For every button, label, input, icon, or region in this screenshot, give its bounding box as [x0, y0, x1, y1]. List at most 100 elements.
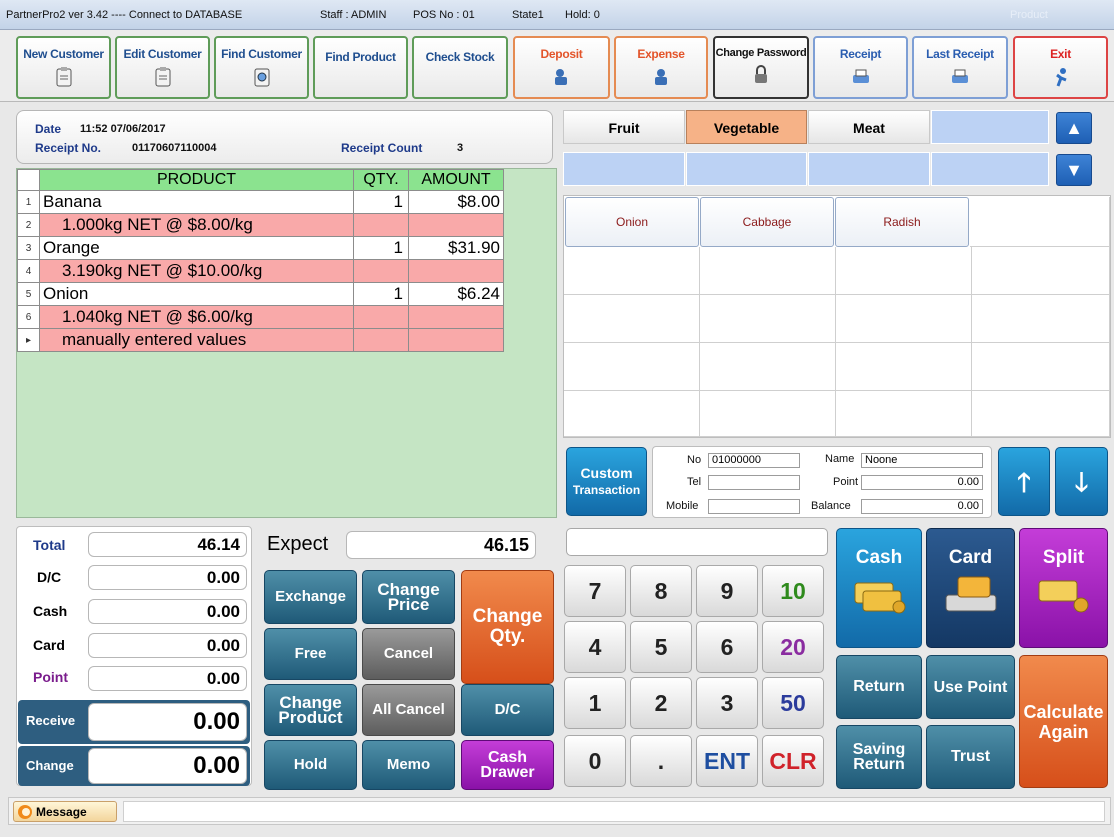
- product-empty[interactable]: [836, 247, 972, 295]
- category-fruit[interactable]: Fruit: [563, 110, 685, 144]
- category-up-button[interactable]: ▲: [1056, 112, 1092, 144]
- cash-drawer-button[interactable]: Cash Drawer: [461, 740, 554, 790]
- category-down-button[interactable]: ▼: [1056, 154, 1092, 186]
- all-cancel-button[interactable]: All Cancel: [362, 684, 455, 736]
- expense-button[interactable]: Expense: [614, 36, 708, 99]
- category-empty[interactable]: [931, 152, 1049, 186]
- return-button[interactable]: Return: [836, 655, 922, 719]
- product-empty[interactable]: [836, 295, 972, 343]
- table-row[interactable]: 2 1.000kg NET @ $8.00/kg: [17, 213, 504, 237]
- customer-name-field[interactable]: Noone: [861, 453, 983, 468]
- key-1[interactable]: 1: [564, 677, 626, 729]
- balance-field[interactable]: 0.00: [861, 499, 983, 514]
- product-empty[interactable]: [564, 343, 700, 391]
- cancel-button[interactable]: Cancel: [362, 628, 455, 680]
- product-empty[interactable]: [970, 197, 1110, 247]
- message-bar: Message: [8, 797, 1111, 825]
- saving-return-button[interactable]: Saving Return: [836, 725, 922, 789]
- use-point-button[interactable]: Use Point: [926, 655, 1015, 719]
- table-row[interactable]: 3 Orange 1 $31.90: [17, 236, 504, 260]
- change-qty-button[interactable]: Change Qty.: [461, 570, 554, 684]
- split-pay-button[interactable]: Split: [1019, 528, 1108, 648]
- category-empty[interactable]: [808, 152, 930, 186]
- key-5[interactable]: 5: [630, 621, 692, 673]
- key-4[interactable]: 4: [564, 621, 626, 673]
- calculate-again-button[interactable]: Calculate Again: [1019, 655, 1108, 788]
- key-0[interactable]: 0: [564, 735, 626, 787]
- product-empty[interactable]: [972, 295, 1110, 343]
- check-stock-button[interactable]: Check Stock: [412, 36, 508, 99]
- product-empty[interactable]: [700, 343, 836, 391]
- table-row[interactable]: 6 1.040kg NET @ $6.00/kg: [17, 305, 504, 329]
- tel-field[interactable]: [708, 475, 800, 490]
- key-3[interactable]: 3: [696, 677, 758, 729]
- key-8[interactable]: 8: [630, 565, 692, 617]
- key-clear[interactable]: CLR: [762, 735, 824, 787]
- product-empty[interactable]: [972, 247, 1110, 295]
- last-receipt-button[interactable]: Last Receipt: [912, 36, 1008, 99]
- product-empty[interactable]: [564, 247, 700, 295]
- key-20[interactable]: 20: [762, 621, 824, 673]
- pos-status: POS No : 01: [413, 9, 475, 21]
- exchange-button[interactable]: Exchange: [264, 570, 357, 624]
- receipt-no-value: 01170607110004: [132, 142, 217, 154]
- scroll-down-button[interactable]: 🡓: [1055, 447, 1108, 516]
- category-empty[interactable]: [931, 110, 1049, 144]
- change-password-button[interactable]: Change Password: [713, 36, 809, 99]
- key-dot[interactable]: .: [630, 735, 692, 787]
- product-empty[interactable]: [972, 391, 1110, 437]
- category-meat[interactable]: Meat: [808, 110, 930, 144]
- point-field[interactable]: 0.00: [861, 475, 983, 490]
- find-customer-label: Find Customer: [221, 47, 302, 61]
- find-customer-button[interactable]: Find Customer: [214, 36, 309, 99]
- customer-info: No 01000000 Name Noone Tel Point 0.00 Mo…: [652, 446, 992, 518]
- receipt-button[interactable]: Receipt: [813, 36, 908, 99]
- table-row[interactable]: 5 Onion 1 $6.24: [17, 282, 504, 306]
- cash-pay-button[interactable]: Cash: [836, 528, 922, 648]
- triangle-down-icon: ▼: [1065, 160, 1083, 180]
- scroll-up-button[interactable]: 🡑: [998, 447, 1050, 516]
- key-7[interactable]: 7: [564, 565, 626, 617]
- key-2[interactable]: 2: [630, 677, 692, 729]
- custom-transaction-button[interactable]: Custom Transaction: [566, 447, 647, 516]
- amount-input[interactable]: [566, 528, 828, 556]
- product-radish[interactable]: Radish: [835, 197, 969, 247]
- change-product-button[interactable]: Change Product: [264, 684, 357, 736]
- product-empty[interactable]: [972, 343, 1110, 391]
- product-empty[interactable]: [700, 391, 836, 437]
- dc-button[interactable]: D/C: [461, 684, 554, 736]
- deposit-button[interactable]: Deposit: [513, 36, 610, 99]
- product-empty[interactable]: [700, 295, 836, 343]
- new-customer-button[interactable]: New Customer: [16, 36, 111, 99]
- table-row[interactable]: 4 3.190kg NET @ $10.00/kg: [17, 259, 504, 283]
- change-price-button[interactable]: Change Price: [362, 570, 455, 624]
- find-product-button[interactable]: Find Product: [313, 36, 408, 99]
- table-row[interactable]: 1 Banana 1 $8.00: [17, 190, 504, 214]
- customer-no-field[interactable]: 01000000: [708, 453, 800, 468]
- key-9[interactable]: 9: [696, 565, 758, 617]
- custom-label: Custom: [580, 464, 633, 481]
- hold-button[interactable]: Hold: [264, 740, 357, 790]
- trust-button[interactable]: Trust: [926, 725, 1015, 789]
- table-row[interactable]: ▸ manually entered values: [17, 328, 504, 352]
- product-cabbage[interactable]: Cabbage: [700, 197, 834, 247]
- product-onion[interactable]: Onion: [565, 197, 699, 247]
- product-empty[interactable]: [564, 295, 700, 343]
- card-pay-button[interactable]: Card: [926, 528, 1015, 648]
- free-button[interactable]: Free: [264, 628, 357, 680]
- category-empty[interactable]: [686, 152, 807, 186]
- category-vegetable[interactable]: Vegetable: [686, 110, 807, 144]
- key-6[interactable]: 6: [696, 621, 758, 673]
- memo-button[interactable]: Memo: [362, 740, 455, 790]
- edit-customer-button[interactable]: Edit Customer: [115, 36, 210, 99]
- category-empty[interactable]: [563, 152, 685, 186]
- key-10[interactable]: 10: [762, 565, 824, 617]
- key-enter[interactable]: ENT: [696, 735, 758, 787]
- key-50[interactable]: 50: [762, 677, 824, 729]
- product-empty[interactable]: [836, 343, 972, 391]
- mobile-field[interactable]: [708, 499, 800, 514]
- product-empty[interactable]: [836, 391, 972, 437]
- product-empty[interactable]: [564, 391, 700, 437]
- product-empty[interactable]: [700, 247, 836, 295]
- exit-button[interactable]: Exit: [1013, 36, 1108, 99]
